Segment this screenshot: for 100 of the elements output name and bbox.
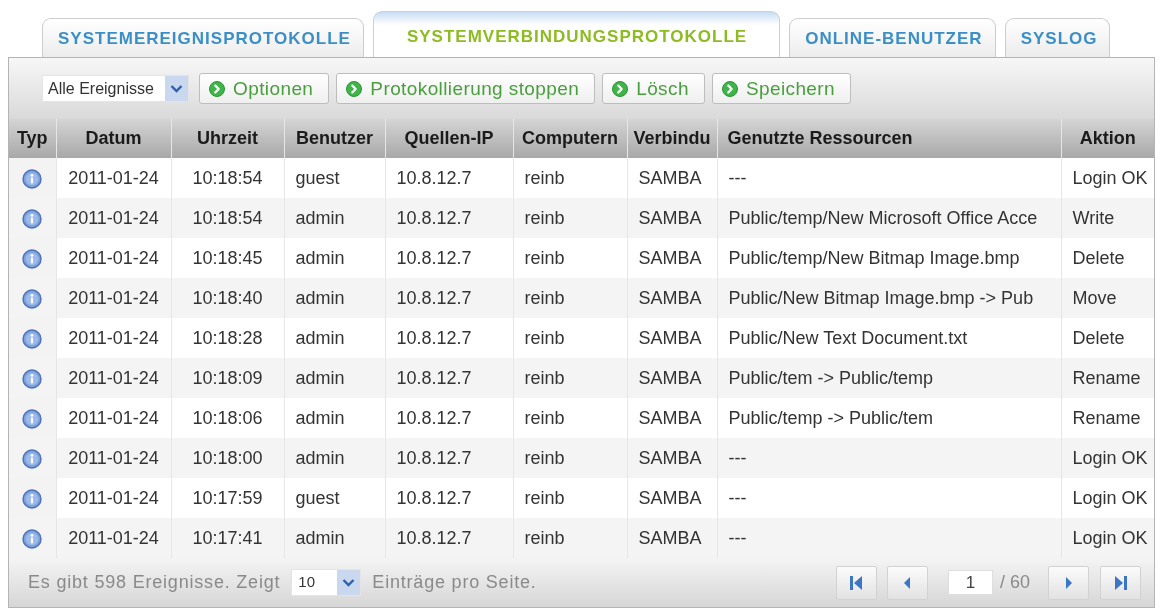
- table-cell: Public/temp/New Bitmap Image.bmp: [717, 238, 1061, 278]
- table-cell: ---: [717, 438, 1061, 478]
- table-cell: Public/temp/New Microsoft Office Acce: [717, 198, 1061, 238]
- table-cell: reinb: [513, 198, 627, 238]
- column-header: Datum: [56, 119, 171, 158]
- table-cell: 10:18:54: [171, 158, 284, 198]
- table-cell: admin: [284, 518, 385, 558]
- table-cell: Public/New Text Document.txt: [717, 318, 1061, 358]
- caret-icon: [165, 76, 188, 101]
- table-cell: ---: [717, 158, 1061, 198]
- table-cell: 2011-01-24: [56, 518, 171, 558]
- table-cell: guest: [284, 158, 385, 198]
- info-icon: [22, 368, 43, 389]
- column-header: Verbindu: [627, 119, 717, 158]
- next-page-button[interactable]: [1048, 565, 1089, 600]
- table-cell: Public/tem -> Public/temp: [717, 358, 1061, 398]
- table-cell: 10:18:28: [171, 318, 284, 358]
- table-cell: reinb: [513, 238, 627, 278]
- table-cell: 10:17:41: [171, 518, 284, 558]
- first-page-button[interactable]: [835, 565, 877, 600]
- table-cell: 2011-01-24: [56, 438, 171, 478]
- chevron-circle-icon: [209, 80, 225, 97]
- table-cell: 10:18:00: [171, 438, 284, 478]
- toolbar-button[interactable]: Optionen: [199, 73, 330, 104]
- table-cell: Login OK: [1061, 438, 1154, 478]
- table-cell: SAMBA: [627, 438, 717, 478]
- info-icon: [22, 328, 43, 349]
- filter-dropdown[interactable]: Alle Ereignisse: [42, 75, 189, 102]
- column-header: Genutzte Ressourcen: [717, 119, 1061, 158]
- toolbar-button[interactable]: Lösch: [602, 73, 705, 104]
- table-cell: 10.8.12.7: [385, 398, 513, 438]
- table-cell: 2011-01-24: [56, 158, 171, 198]
- last-page-button[interactable]: [1100, 565, 1141, 600]
- column-header: Quellen-IP: [385, 119, 513, 158]
- table-cell: 10:17:59: [171, 478, 284, 518]
- chevron-circle-icon: [721, 80, 738, 97]
- table-cell: SAMBA: [627, 358, 717, 398]
- table-cell: reinb: [513, 398, 627, 438]
- table-cell: Login OK: [1061, 158, 1154, 198]
- info-icon: [22, 168, 43, 189]
- table-cell: ---: [717, 478, 1061, 518]
- per-page-text: Einträge pro Seite.: [372, 571, 537, 594]
- table-cell: 2011-01-24: [56, 478, 171, 518]
- table-cell: SAMBA: [627, 278, 717, 318]
- table-cell: admin: [284, 198, 385, 238]
- table-cell: reinb: [513, 518, 627, 558]
- column-header: Typ: [9, 119, 56, 158]
- table-cell: SAMBA: [627, 478, 717, 518]
- table-cell: 2011-01-24: [56, 198, 171, 238]
- table-cell: Login OK: [1061, 478, 1154, 518]
- table-cell: reinb: [513, 318, 627, 358]
- page-size-dropdown[interactable]: 10: [291, 569, 362, 596]
- table-cell: admin: [284, 318, 385, 358]
- table-cell: Rename: [1061, 398, 1154, 438]
- table-cell: admin: [284, 278, 385, 318]
- table-cell: reinb: [513, 438, 627, 478]
- previous-page-button[interactable]: [886, 565, 928, 600]
- table-cell: 10:18:40: [171, 278, 284, 318]
- table-cell: 2011-01-24: [56, 398, 171, 438]
- table-cell: Public/temp -> Public/tem: [717, 398, 1061, 438]
- table-cell: reinb: [513, 358, 627, 398]
- toolbar-button[interactable]: Protokollierung stoppen: [336, 73, 596, 104]
- table-cell: 10:18:54: [171, 198, 284, 238]
- table-cell: 10.8.12.7: [385, 238, 513, 278]
- info-icon: [22, 408, 43, 429]
- table-cell: 10.8.12.7: [385, 158, 513, 198]
- caret-icon: [337, 570, 361, 595]
- tab[interactable]: SYSTEMVERBINDUNGSPROTOKOLLE: [372, 11, 781, 57]
- table-cell: guest: [284, 478, 385, 518]
- table-cell: 10.8.12.7: [385, 278, 513, 318]
- table-cell: reinb: [513, 478, 627, 518]
- table-cell: ---: [717, 518, 1061, 558]
- info-icon: [22, 488, 43, 509]
- tab[interactable]: SYSLOG: [1004, 18, 1111, 57]
- page-field[interactable]: 1: [947, 570, 993, 595]
- page-count-text: / 60: [999, 571, 1030, 594]
- table-cell: 10.8.12.7: [385, 318, 513, 358]
- column-header: Uhrzeit: [171, 119, 284, 158]
- table-cell: SAMBA: [627, 158, 717, 198]
- toolbar-button[interactable]: Speichern: [711, 73, 852, 104]
- table-cell: Write: [1061, 198, 1154, 238]
- table-cell: Public/New Bitmap Image.bmp -> Pub: [717, 278, 1061, 318]
- table-cell: 10:18:06: [171, 398, 284, 438]
- table-cell: reinb: [513, 158, 627, 198]
- info-icon: [22, 288, 43, 309]
- column-header: Computern: [513, 119, 627, 158]
- table-cell: 10:18:09: [171, 358, 284, 398]
- info-icon: [22, 208, 43, 229]
- table-cell: admin: [284, 358, 385, 398]
- table-cell: SAMBA: [627, 318, 717, 358]
- table-cell: 2011-01-24: [56, 358, 171, 398]
- info-icon: [22, 448, 43, 469]
- table-cell: 2011-01-24: [56, 318, 171, 358]
- table-cell: 2011-01-24: [56, 278, 171, 318]
- tab[interactable]: SYSTEMEREIGNISPROTOKOLLE: [42, 18, 364, 57]
- table-cell: Move: [1061, 278, 1154, 318]
- table-cell: Delete: [1061, 318, 1154, 358]
- tab[interactable]: ONLINE-BENUTZER: [789, 18, 996, 57]
- table-cell: Rename: [1061, 358, 1154, 398]
- column-header: Aktion: [1061, 119, 1154, 158]
